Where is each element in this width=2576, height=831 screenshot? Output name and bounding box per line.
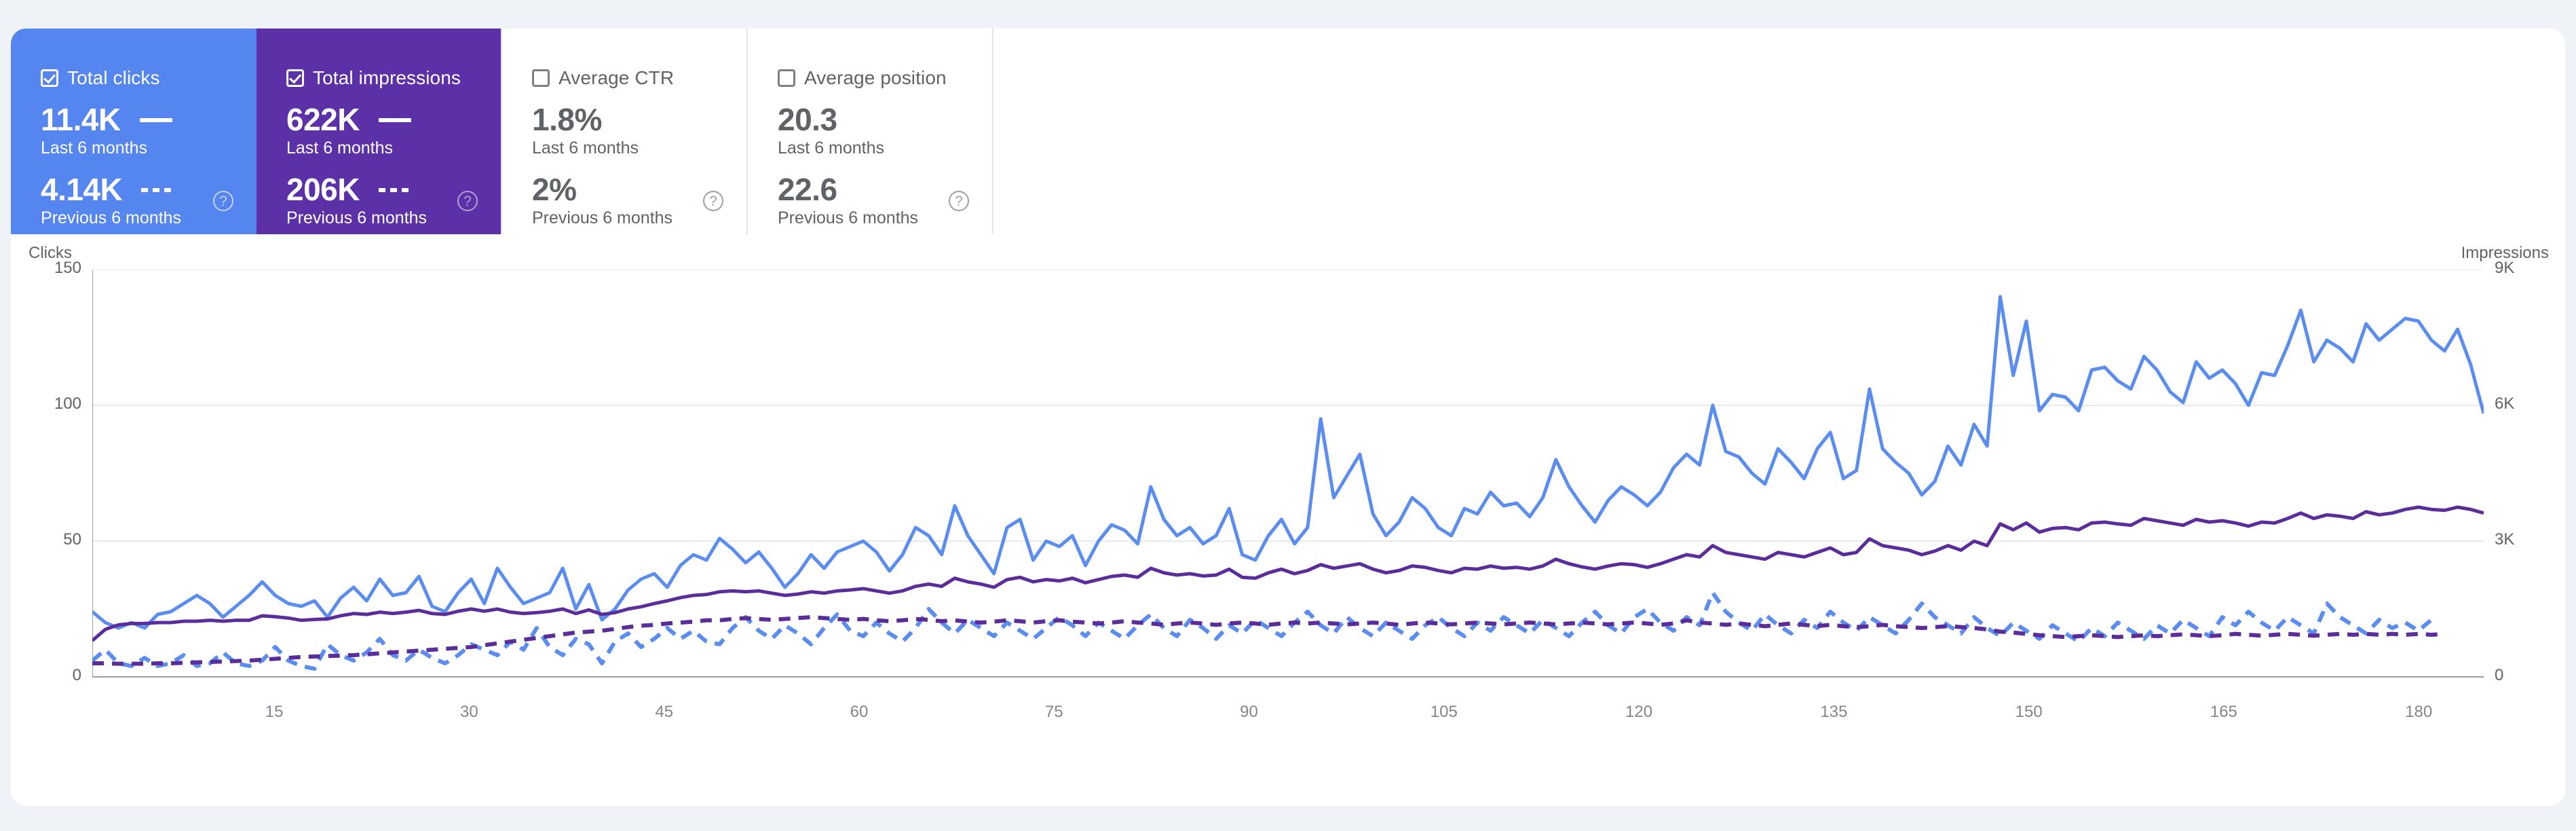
- metric-card-label: Average CTR: [558, 67, 674, 89]
- help-icon[interactable]: ?: [213, 191, 233, 211]
- y-axis-tick-left: 50: [20, 530, 81, 549]
- metric-current-value: 11.4K: [41, 103, 121, 136]
- x-axis-tick: 30: [460, 703, 478, 722]
- checkbox-checked-icon[interactable]: [41, 69, 58, 87]
- metric-current-value: 622K: [286, 103, 360, 136]
- metric-card-label: Total clicks: [67, 67, 160, 89]
- x-axis-tick: 60: [850, 703, 869, 722]
- metric-previous-period: Previous 6 months: [286, 208, 501, 228]
- metric-card-average-position[interactable]: Average position 20.3 Last 6 months 22.6…: [748, 29, 993, 234]
- dashed-line-legend-icon: [141, 183, 174, 196]
- metric-cards-panel: Total clicks 11.4K Last 6 months 4.14K P…: [11, 29, 2565, 234]
- x-axis-tick: 165: [2210, 703, 2237, 722]
- metric-current-period: Last 6 months: [778, 138, 992, 158]
- metric-card-total-clicks[interactable]: Total clicks 11.4K Last 6 months 4.14K P…: [11, 29, 257, 234]
- x-axis-tick: 135: [1820, 703, 1847, 722]
- metric-previous-value: 206K: [286, 173, 360, 206]
- metric-current-period: Last 6 months: [532, 138, 746, 158]
- solid-line-legend-icon: [140, 113, 172, 126]
- x-axis-tick: 15: [265, 703, 284, 722]
- metric-previous-value: 22.6: [778, 173, 837, 206]
- dashed-line-legend-icon: [379, 183, 411, 196]
- y-axis-tick-left: 100: [20, 394, 81, 413]
- chart-plot-area[interactable]: [92, 270, 2484, 677]
- y-axis-tick-right: 6K: [2495, 394, 2514, 413]
- metric-card-average-ctr[interactable]: Average CTR 1.8% Last 6 months 2% Previo…: [502, 29, 748, 234]
- help-icon[interactable]: ?: [457, 191, 478, 211]
- metric-current-period: Last 6 months: [286, 138, 501, 158]
- help-icon[interactable]: ?: [703, 191, 723, 211]
- checkbox-unchecked-icon[interactable]: [778, 69, 795, 87]
- checkbox-checked-icon[interactable]: [286, 69, 304, 87]
- metric-current-period: Last 6 months: [41, 138, 257, 158]
- metric-previous-value: 2%: [532, 173, 576, 206]
- x-axis-tick: 120: [1625, 703, 1652, 722]
- solid-line-legend-icon: [379, 113, 411, 126]
- y-axis-tick-left: 150: [20, 259, 81, 278]
- y-axis-tick-right: 9K: [2495, 259, 2514, 278]
- metric-previous-period: Previous 6 months: [41, 208, 257, 228]
- performance-chart: Clicks Impressions 05010015003K6K9K15304…: [11, 234, 2565, 806]
- metric-current-row: 622K: [286, 103, 501, 136]
- metric-card-label: Average position: [804, 67, 947, 89]
- metric-current-row: 11.4K: [41, 103, 257, 136]
- metric-previous-period: Previous 6 months: [778, 208, 992, 228]
- metric-card-label: Total impressions: [313, 67, 461, 89]
- metric-card-header: Average CTR: [532, 68, 746, 88]
- metric-current-value: 1.8%: [532, 103, 602, 136]
- y-axis-tick-right: 0: [2495, 666, 2503, 685]
- metric-card-header: Average position: [778, 68, 992, 88]
- performance-dashboard: Total clicks 11.4K Last 6 months 4.14K P…: [0, 0, 2576, 831]
- checkbox-unchecked-icon[interactable]: [532, 69, 550, 87]
- y-axis-tick-left: 0: [20, 666, 81, 685]
- x-axis-tick: 105: [1431, 703, 1458, 722]
- x-axis-tick: 150: [2015, 703, 2043, 722]
- metric-card-total-impressions[interactable]: Total impressions 622K Last 6 months 206…: [257, 29, 502, 234]
- x-axis-tick: 75: [1045, 703, 1063, 722]
- metric-previous-period: Previous 6 months: [532, 208, 746, 228]
- y-axis-tick-right: 3K: [2495, 530, 2514, 549]
- metric-card-header: Total impressions: [286, 68, 501, 88]
- x-axis-tick: 90: [1240, 703, 1258, 722]
- metric-card-header: Total clicks: [41, 68, 257, 88]
- metric-current-row: 20.3: [778, 103, 992, 136]
- help-icon[interactable]: ?: [949, 191, 969, 211]
- x-axis-tick: 180: [2405, 703, 2432, 722]
- metric-previous-value: 4.14K: [41, 173, 122, 206]
- x-axis-tick: 45: [655, 703, 673, 722]
- metric-current-row: 1.8%: [532, 103, 746, 136]
- metric-current-value: 20.3: [778, 103, 837, 136]
